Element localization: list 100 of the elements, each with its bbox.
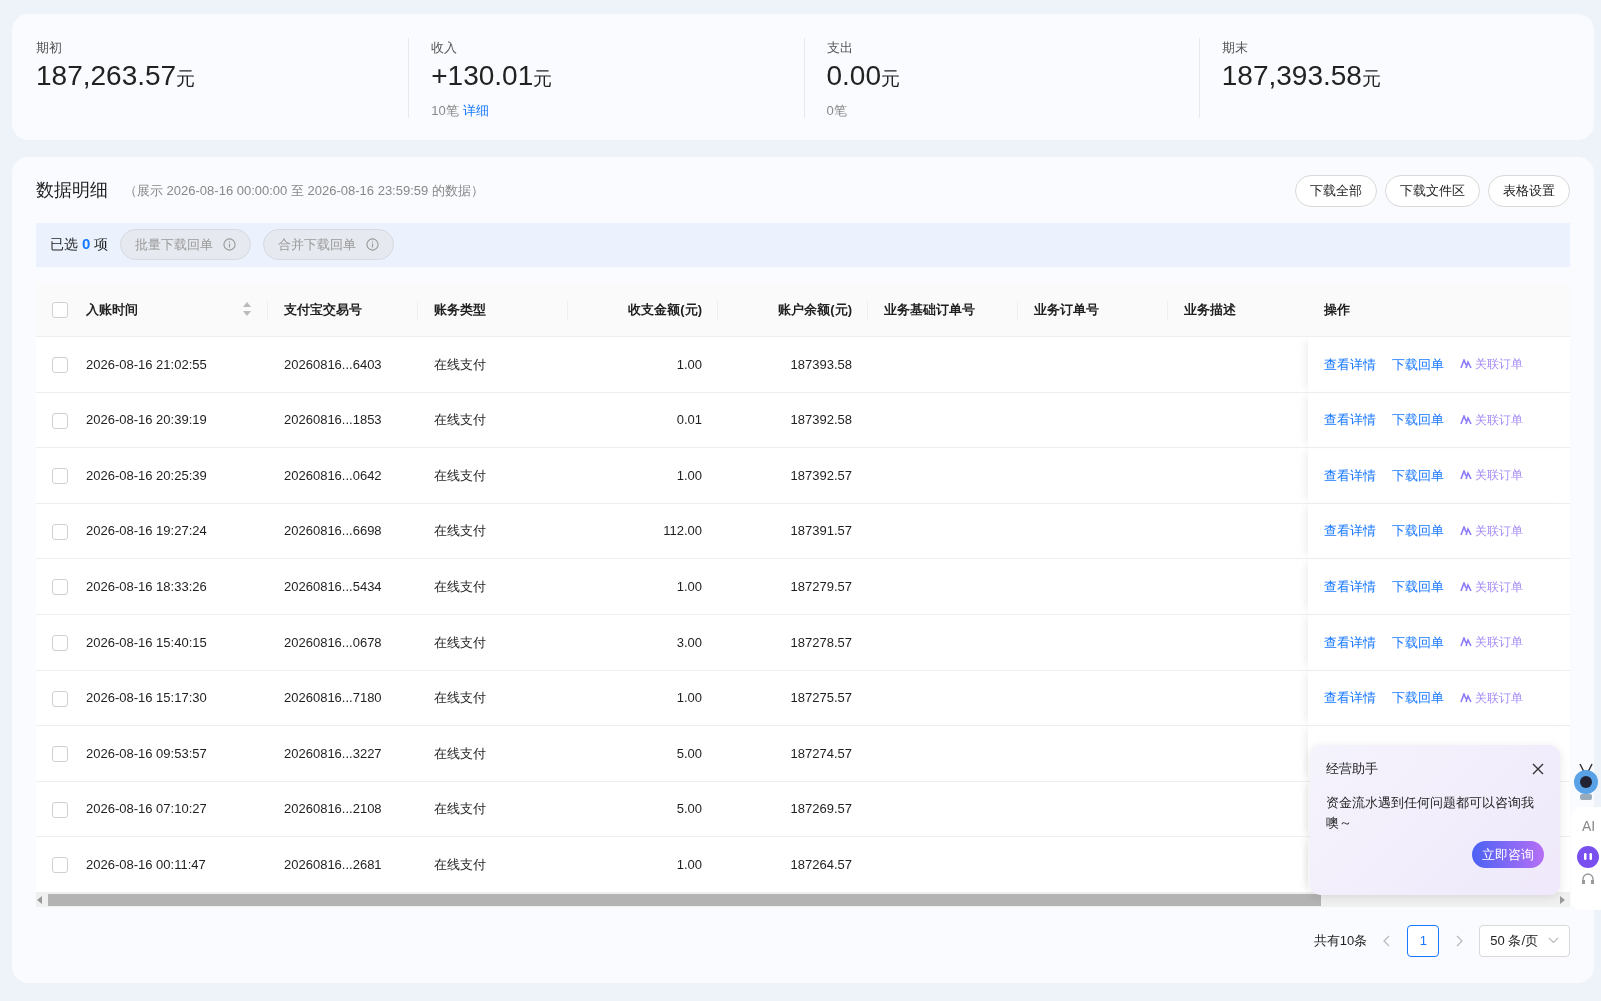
action-link[interactable]: 查看详情: [1324, 354, 1376, 375]
ai-link[interactable]: 关联订单: [1460, 410, 1523, 429]
action-link[interactable]: 查看详情: [1324, 632, 1376, 652]
previous-page-icon[interactable]: [1383, 934, 1392, 947]
action-link[interactable]: 下载回单: [1392, 354, 1444, 375]
table-cell: 112.00: [663, 523, 702, 539]
outline-button[interactable]: 下载文件区: [1385, 175, 1480, 207]
row-checkbox[interactable]: [52, 357, 68, 374]
column-header: 业务基础订单号: [884, 301, 975, 317]
row-checkbox[interactable]: [52, 635, 68, 652]
ai-icon: [1460, 581, 1472, 592]
sort-icon[interactable]: [242, 301, 252, 318]
ai-link[interactable]: 关联订单: [1460, 355, 1523, 374]
action-link[interactable]: 查看详情: [1324, 688, 1376, 708]
column-header[interactable]: 入账时间: [86, 299, 138, 319]
table-cell: 在线支付: [434, 467, 486, 483]
column-header: 账户余额(元): [778, 301, 852, 317]
select-all-checkbox[interactable]: [52, 302, 68, 319]
consult-button[interactable]: 立即咨询: [1472, 840, 1544, 868]
table-cell: 2026-08-16 09:53:57: [86, 745, 207, 761]
action-link[interactable]: 下载回单: [1392, 521, 1444, 541]
table-cell: 20260816...3227: [284, 745, 382, 761]
section-title: 数据明细: [36, 179, 108, 203]
detail-link[interactable]: 详细: [462, 100, 489, 120]
transaction-count: 0笔: [826, 101, 847, 120]
column-header: 账务类型: [434, 301, 486, 317]
table-cell: 在线支付: [434, 578, 486, 594]
table-cell: 5.00: [676, 801, 702, 817]
table-cell: 20260816...1853: [284, 412, 382, 428]
row-checkbox[interactable]: [52, 579, 68, 596]
scroll-right-icon[interactable]: [1558, 894, 1566, 905]
row-checkbox[interactable]: [52, 412, 68, 429]
column-header: 业务订单号: [1034, 301, 1099, 317]
popup-title: 经营助手: [1326, 760, 1378, 778]
row-checkbox[interactable]: [52, 857, 68, 874]
ai-link[interactable]: 关联订单: [1460, 577, 1523, 596]
ai-link[interactable]: 关联订单: [1460, 688, 1523, 707]
table-cell: 2026-08-16 18:33:26: [86, 578, 207, 594]
table-cell: 187278.57: [790, 634, 852, 650]
table-cell: 2026-08-16 20:39:19: [86, 412, 207, 428]
action-link[interactable]: 下载回单: [1392, 632, 1444, 652]
ai-icon: [1460, 470, 1472, 481]
table-cell: 187275.57: [790, 690, 852, 706]
row-checkbox[interactable]: [52, 746, 68, 763]
table-cell: 20260816...2108: [284, 801, 382, 817]
transaction-count: 10笔: [431, 101, 459, 120]
chat-bot-icon[interactable]: [1576, 845, 1600, 869]
outline-button[interactable]: 表格设置: [1488, 175, 1570, 207]
table-cell: 2026-08-16 07:10:27: [86, 801, 207, 817]
table-cell: 187392.58: [790, 412, 852, 428]
table-cell: 在线支付: [434, 856, 486, 872]
table-cell: 20260816...0678: [284, 634, 382, 650]
table-cell: 在线支付: [434, 523, 486, 539]
next-page-icon[interactable]: [1455, 934, 1464, 947]
ai-link[interactable]: 关联订单: [1460, 466, 1523, 485]
summary-amount: 187,263.57元: [36, 58, 197, 93]
action-link[interactable]: 查看详情: [1324, 410, 1376, 430]
table-cell: 1.00: [676, 356, 702, 372]
summary-label: 期末: [1221, 39, 1249, 57]
table-cell: 20260816...5434: [284, 578, 382, 594]
action-link[interactable]: 查看详情: [1324, 465, 1376, 486]
close-icon[interactable]: [1532, 762, 1544, 775]
summary-amount: +130.01元: [431, 58, 554, 93]
page-size-select[interactable]: 50 条/页: [1479, 924, 1570, 957]
table-cell: 5.00: [676, 745, 702, 761]
action-link[interactable]: 下载回单: [1392, 688, 1444, 708]
ai-icon: [1460, 692, 1472, 703]
row-checkbox[interactable]: [52, 801, 68, 818]
outline-button[interactable]: 下载全部: [1295, 175, 1377, 207]
ai-icon: [1460, 414, 1472, 425]
action-link[interactable]: 查看详情: [1324, 521, 1376, 541]
page-button[interactable]: 1: [1407, 924, 1440, 957]
headset-icon[interactable]: [1581, 873, 1595, 885]
table-cell: 2026-08-16 15:40:15: [86, 634, 207, 650]
table-cell: 187274.57: [790, 745, 852, 761]
action-link[interactable]: 下载回单: [1392, 410, 1444, 430]
table-cell: 2026-08-16 19:27:24: [86, 523, 207, 539]
table-cell: 20260816...2681: [284, 856, 382, 872]
ai-icon: [1460, 526, 1472, 537]
action-link[interactable]: 下载回单: [1392, 576, 1444, 597]
table-cell: 2026-08-16 20:25:39: [86, 467, 207, 483]
scroll-left-icon[interactable]: [36, 894, 44, 905]
row-checkbox[interactable]: [52, 690, 68, 707]
action-link[interactable]: 下载回单: [1392, 465, 1444, 486]
table-cell: 在线支付: [434, 745, 486, 761]
action-link[interactable]: 查看详情: [1324, 576, 1376, 597]
row-checkbox[interactable]: [52, 468, 68, 485]
info-icon: [366, 238, 380, 251]
table-cell: 2026-08-16 21:02:55: [86, 356, 207, 372]
selected-count-text: 已选 0 项: [50, 234, 109, 255]
row-checkbox[interactable]: [52, 523, 68, 540]
info-icon: [223, 238, 237, 251]
table-cell: 187393.58: [790, 356, 852, 372]
ai-link[interactable]: 关联订单: [1460, 633, 1523, 652]
table-cell: 187392.57: [790, 467, 852, 483]
table-cell: 在线支付: [434, 801, 486, 817]
ai-link[interactable]: 关联订单: [1460, 522, 1523, 541]
summary-label: 期初: [36, 39, 63, 57]
table-cell: 187269.57: [790, 801, 852, 817]
column-header: 支付宝交易号: [284, 301, 362, 317]
